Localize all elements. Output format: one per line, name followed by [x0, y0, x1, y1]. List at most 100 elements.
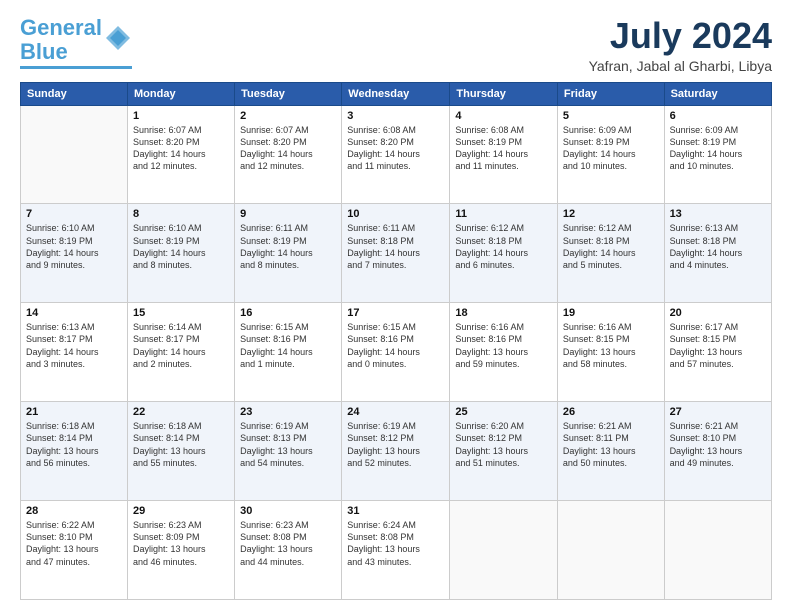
calendar-cell: 6Sunrise: 6:09 AMSunset: 8:19 PMDaylight… — [664, 105, 771, 204]
day-number: 8 — [133, 208, 229, 220]
day-info: Sunrise: 6:20 AMSunset: 8:12 PMDaylight:… — [455, 420, 552, 469]
day-number: 15 — [133, 307, 229, 319]
calendar-cell: 2Sunrise: 6:07 AMSunset: 8:20 PMDaylight… — [235, 105, 342, 204]
col-friday: Friday — [557, 82, 664, 105]
day-number: 12 — [563, 208, 659, 220]
day-number: 20 — [670, 307, 766, 319]
day-number: 22 — [133, 406, 229, 418]
day-info: Sunrise: 6:19 AMSunset: 8:13 PMDaylight:… — [240, 420, 336, 469]
day-number: 29 — [133, 505, 229, 517]
logo-underline — [20, 66, 132, 69]
calendar-cell: 9Sunrise: 6:11 AMSunset: 8:19 PMDaylight… — [235, 204, 342, 303]
day-number: 4 — [455, 110, 552, 122]
day-number: 3 — [347, 110, 444, 122]
day-info: Sunrise: 6:12 AMSunset: 8:18 PMDaylight:… — [455, 222, 552, 271]
calendar-body: 1 Sunrise: 6:07 AMSunset: 8:20 PMDaylight… — [21, 105, 772, 599]
calendar-cell: 7Sunrise: 6:10 AMSunset: 8:19 PMDaylight… — [21, 204, 128, 303]
day-number: 13 — [670, 208, 766, 220]
day-number: 10 — [347, 208, 444, 220]
day-number: 23 — [240, 406, 336, 418]
calendar-cell: 25 Sunrise: 6:20 AMSunset: 8:12 PMDayligh… — [450, 402, 558, 501]
day-number: 26 — [563, 406, 659, 418]
day-info: Sunrise: 6:08 AMSunset: 8:20 PMDaylight:… — [347, 124, 444, 173]
day-info: Sunrise: 6:18 AMSunset: 8:14 PMDaylight:… — [26, 420, 122, 469]
calendar-week-row: 14 Sunrise: 6:13 AMSunset: 8:17 PMDayligh… — [21, 303, 772, 402]
day-info: Sunrise: 6:13 AMSunset: 8:17 PMDaylight:… — [26, 321, 122, 370]
day-info: Sunrise: 6:18 AMSunset: 8:14 PMDaylight:… — [133, 420, 229, 469]
calendar-cell: 11 Sunrise: 6:12 AMSunset: 8:18 PMDayligh… — [450, 204, 558, 303]
calendar-cell: 4Sunrise: 6:08 AMSunset: 8:19 PMDaylight… — [450, 105, 558, 204]
calendar-cell: 24Sunrise: 6:19 AMSunset: 8:12 PMDayligh… — [342, 402, 450, 501]
calendar-cell: 8 Sunrise: 6:10 AMSunset: 8:19 PMDaylight… — [128, 204, 235, 303]
day-number: 17 — [347, 307, 444, 319]
day-number: 31 — [347, 505, 444, 517]
calendar-cell: 21 Sunrise: 6:18 AMSunset: 8:14 PMDayligh… — [21, 402, 128, 501]
day-number: 27 — [670, 406, 766, 418]
day-number: 18 — [455, 307, 552, 319]
day-number: 5 — [563, 110, 659, 122]
calendar-week-row: 1 Sunrise: 6:07 AMSunset: 8:20 PMDaylight… — [21, 105, 772, 204]
calendar-table: Sunday Monday Tuesday Wednesday Thursday… — [20, 82, 772, 600]
logo-text: General Blue — [20, 16, 102, 64]
calendar-cell: 23 Sunrise: 6:19 AMSunset: 8:13 PMDayligh… — [235, 402, 342, 501]
calendar-cell: 10Sunrise: 6:11 AMSunset: 8:18 PMDayligh… — [342, 204, 450, 303]
day-info: Sunrise: 6:23 AMSunset: 8:08 PMDaylight:… — [240, 519, 336, 568]
day-info: Sunrise: 6:09 AMSunset: 8:19 PMDaylight:… — [670, 124, 766, 173]
day-number: 21 — [26, 406, 122, 418]
calendar-cell: 28Sunrise: 6:22 AMSunset: 8:10 PMDayligh… — [21, 501, 128, 600]
col-sunday: Sunday — [21, 82, 128, 105]
calendar-cell: 31 Sunrise: 6:24 AMSunset: 8:08 PMDayligh… — [342, 501, 450, 600]
col-tuesday: Tuesday — [235, 82, 342, 105]
day-info: Sunrise: 6:23 AMSunset: 8:09 PMDaylight:… — [133, 519, 229, 568]
logo-icon — [104, 24, 132, 52]
day-info: Sunrise: 6:19 AMSunset: 8:12 PMDaylight:… — [347, 420, 444, 469]
day-info: Sunrise: 6:16 AMSunset: 8:16 PMDaylight:… — [455, 321, 552, 370]
calendar-cell: 18 Sunrise: 6:16 AMSunset: 8:16 PMDayligh… — [450, 303, 558, 402]
calendar-cell: 22 Sunrise: 6:18 AMSunset: 8:14 PMDayligh… — [128, 402, 235, 501]
calendar-cell: 12 Sunrise: 6:12 AMSunset: 8:18 PMDayligh… — [557, 204, 664, 303]
day-number: 2 — [240, 110, 336, 122]
main-title: July 2024 — [589, 16, 772, 56]
calendar-cell: 19 Sunrise: 6:16 AMSunset: 8:15 PMDayligh… — [557, 303, 664, 402]
day-info: Sunrise: 6:07 AMSunset: 8:20 PMDaylight:… — [133, 124, 229, 173]
day-info: Sunrise: 6:12 AMSunset: 8:18 PMDaylight:… — [563, 222, 659, 271]
header-row: Sunday Monday Tuesday Wednesday Thursday… — [21, 82, 772, 105]
day-number: 7 — [26, 208, 122, 220]
logo: General Blue — [20, 16, 132, 69]
calendar-cell: 26 Sunrise: 6:21 AMSunset: 8:11 PMDayligh… — [557, 402, 664, 501]
day-number: 30 — [240, 505, 336, 517]
day-info: Sunrise: 6:11 AMSunset: 8:19 PMDaylight:… — [240, 222, 336, 271]
day-info: Sunrise: 6:10 AMSunset: 8:19 PMDaylight:… — [133, 222, 229, 271]
calendar-cell: 20 Sunrise: 6:17 AMSunset: 8:15 PMDayligh… — [664, 303, 771, 402]
day-info: Sunrise: 6:14 AMSunset: 8:17 PMDaylight:… — [133, 321, 229, 370]
day-info: Sunrise: 6:24 AMSunset: 8:08 PMDaylight:… — [347, 519, 444, 568]
calendar-cell — [557, 501, 664, 600]
day-number: 1 — [133, 110, 229, 122]
day-number: 14 — [26, 307, 122, 319]
day-info: Sunrise: 6:16 AMSunset: 8:15 PMDaylight:… — [563, 321, 659, 370]
calendar-cell: 30 Sunrise: 6:23 AMSunset: 8:08 PMDayligh… — [235, 501, 342, 600]
logo-general: General — [20, 15, 102, 40]
calendar-week-row: 28Sunrise: 6:22 AMSunset: 8:10 PMDayligh… — [21, 501, 772, 600]
logo-blue: Blue — [20, 39, 68, 64]
calendar-cell: 27Sunrise: 6:21 AMSunset: 8:10 PMDayligh… — [664, 402, 771, 501]
day-info: Sunrise: 6:17 AMSunset: 8:15 PMDaylight:… — [670, 321, 766, 370]
calendar-cell: 15 Sunrise: 6:14 AMSunset: 8:17 PMDayligh… — [128, 303, 235, 402]
calendar-cell: 13Sunrise: 6:13 AMSunset: 8:18 PMDayligh… — [664, 204, 771, 303]
col-saturday: Saturday — [664, 82, 771, 105]
calendar-week-row: 21 Sunrise: 6:18 AMSunset: 8:14 PMDayligh… — [21, 402, 772, 501]
day-number: 19 — [563, 307, 659, 319]
day-number: 11 — [455, 208, 552, 220]
calendar-cell: 5Sunrise: 6:09 AMSunset: 8:19 PMDaylight… — [557, 105, 664, 204]
col-thursday: Thursday — [450, 82, 558, 105]
day-number: 25 — [455, 406, 552, 418]
day-info: Sunrise: 6:21 AMSunset: 8:11 PMDaylight:… — [563, 420, 659, 469]
calendar-cell: 14 Sunrise: 6:13 AMSunset: 8:17 PMDayligh… — [21, 303, 128, 402]
calendar-cell — [21, 105, 128, 204]
calendar-cell: 29 Sunrise: 6:23 AMSunset: 8:09 PMDayligh… — [128, 501, 235, 600]
day-info: Sunrise: 6:15 AMSunset: 8:16 PMDaylight:… — [347, 321, 444, 370]
calendar-cell: 3 Sunrise: 6:08 AMSunset: 8:20 PMDaylight… — [342, 105, 450, 204]
day-number: 28 — [26, 505, 122, 517]
col-wednesday: Wednesday — [342, 82, 450, 105]
calendar-cell: 17 Sunrise: 6:15 AMSunset: 8:16 PMDayligh… — [342, 303, 450, 402]
